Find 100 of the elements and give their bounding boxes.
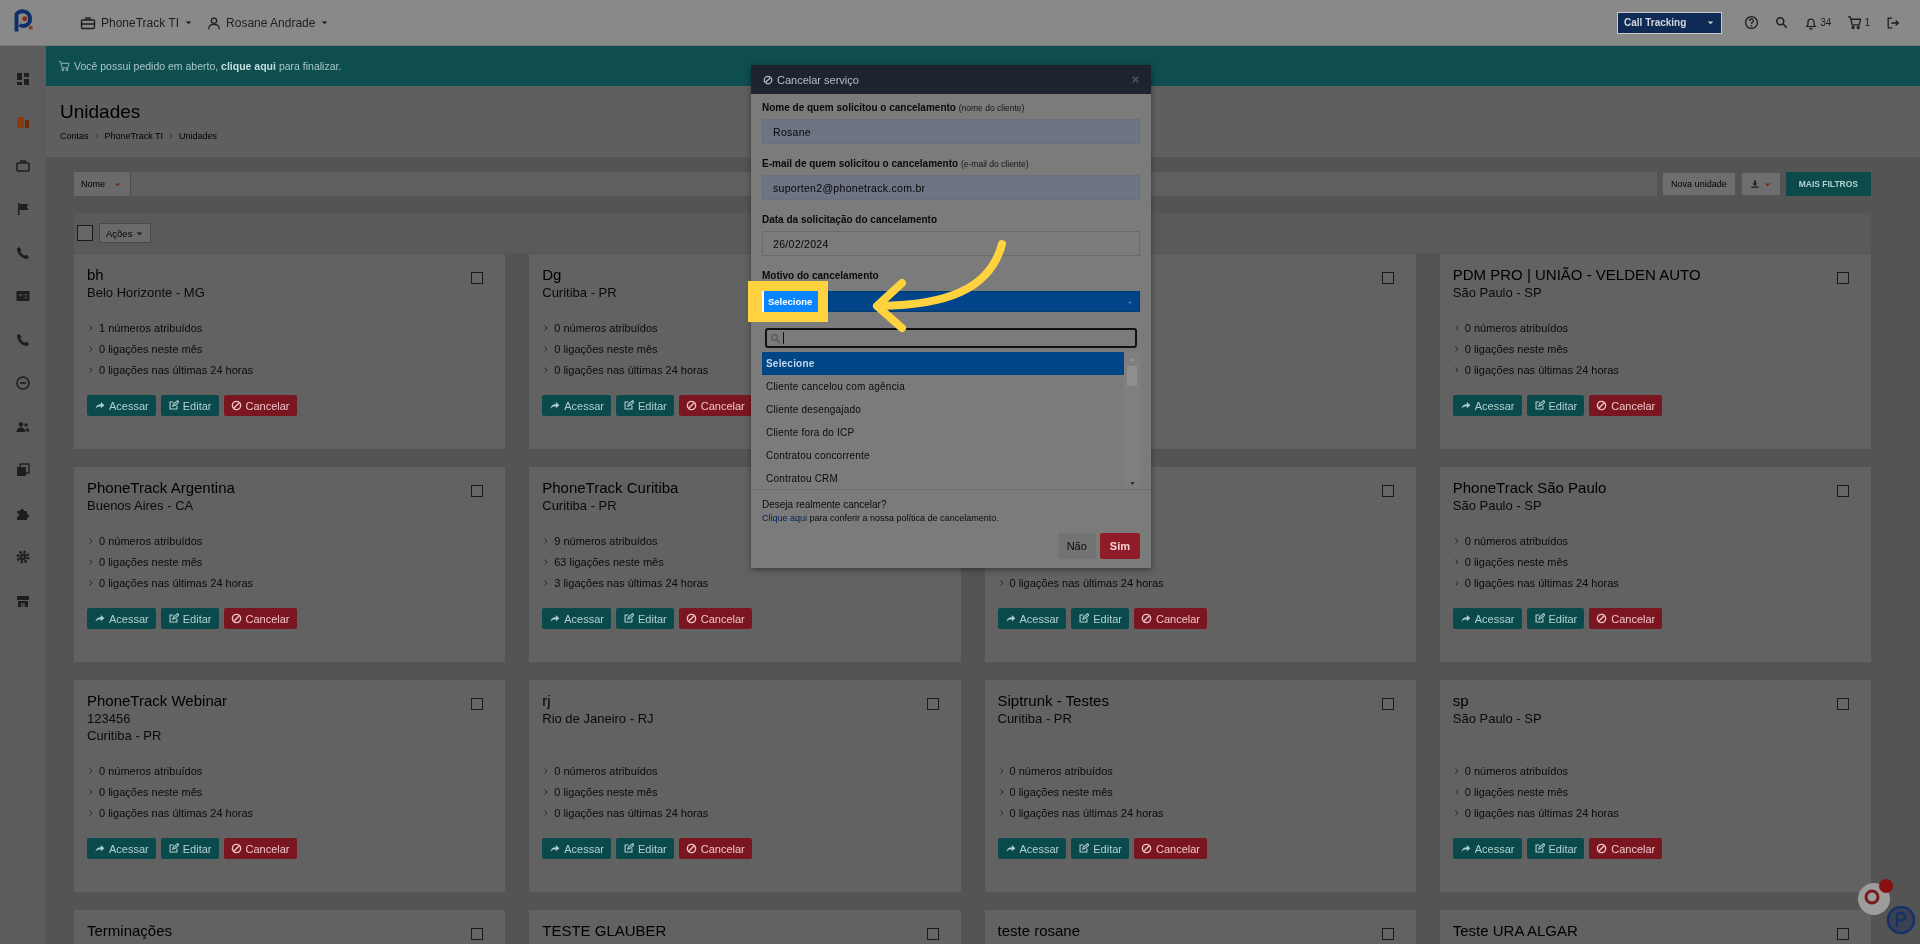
access-button[interactable]: Acessar (542, 395, 611, 416)
cancel-button[interactable]: Cancelar (1589, 395, 1663, 416)
select-all-checkbox[interactable] (77, 225, 93, 241)
checkbox[interactable] (471, 272, 484, 284)
unit-stat: 3 ligações nas últimas 24 horas (554, 576, 709, 589)
unit-stat: 0 números atribuídos (1009, 764, 1113, 777)
text-field[interactable]: 26/02/2024 (762, 231, 1140, 256)
export-button[interactable] (1740, 172, 1781, 196)
dropdown-option[interactable]: Cliente fora do ICP (762, 421, 1124, 444)
edit-button[interactable]: Editar (616, 838, 674, 859)
cancel-button[interactable]: Cancelar (1589, 608, 1663, 629)
chat-widget-icon[interactable] (1858, 879, 1893, 915)
dropdown-option[interactable]: Selecione (762, 352, 1124, 375)
unit-stat: 0 ligações nas últimas 24 horas (99, 363, 254, 376)
checkbox[interactable] (1381, 485, 1394, 497)
search-field[interactable] (765, 328, 1137, 348)
checkbox[interactable] (926, 928, 939, 940)
access-button[interactable]: Acessar (87, 608, 156, 629)
policy-link[interactable]: Clique aqui (762, 513, 808, 523)
unit-location: São Paulo - SP (1452, 710, 1542, 727)
minus-circle-icon (15, 375, 31, 392)
dropdown-option[interactable]: Contratou CRM (762, 467, 1124, 487)
checkbox[interactable] (1837, 272, 1849, 284)
help-widget-icon[interactable] (1886, 905, 1916, 935)
actions-dropdown[interactable]: Ações (99, 223, 152, 243)
access-button[interactable]: Acessar (87, 395, 156, 416)
edit-button[interactable]: Editar (160, 838, 219, 859)
access-button[interactable]: Acessar (997, 608, 1067, 629)
edit-button[interactable]: Editar (616, 395, 674, 416)
access-button[interactable]: Acessar (1452, 608, 1522, 629)
chevron-icon (1452, 365, 1461, 374)
help-button[interactable] (1744, 15, 1760, 30)
notifications-button[interactable]: 34 (1804, 15, 1832, 30)
unit-stat: 0 números atribuídos (1464, 764, 1569, 777)
cancel-button[interactable]: Cancelar (678, 838, 752, 859)
access-button[interactable]: Acessar (1452, 838, 1522, 859)
checkbox[interactable] (1837, 485, 1849, 497)
cancel-button[interactable]: Cancelar (1589, 838, 1663, 859)
checkbox[interactable] (471, 698, 484, 710)
edit-button[interactable]: Editar (160, 395, 219, 416)
breadcrumb-link[interactable]: Contas (60, 131, 89, 141)
breadcrumb-link[interactable]: PhoneTrack TI (104, 131, 164, 141)
access-button[interactable]: Acessar (542, 838, 611, 859)
user-menu[interactable]: Rosane Andrade (207, 15, 344, 30)
more-filters-button[interactable]: MAIS FILTROS (1785, 172, 1871, 196)
share-arrow-icon (94, 843, 105, 854)
yes-button[interactable]: Sim (1099, 533, 1140, 559)
checkbox[interactable] (471, 928, 484, 940)
edit-button[interactable]: Editar (616, 608, 674, 629)
checkbox[interactable] (1837, 698, 1849, 710)
cart-button[interactable]: 1 (1847, 15, 1870, 30)
checkbox[interactable] (926, 698, 939, 710)
access-button[interactable]: Acessar (542, 608, 611, 629)
cancel-button[interactable]: Cancelar (1134, 608, 1208, 629)
edit-button[interactable]: Editar (160, 608, 219, 629)
edit-button[interactable]: Editar (1071, 838, 1129, 859)
edit-icon (1078, 613, 1090, 624)
settings-icon (15, 549, 31, 566)
checkbox[interactable] (471, 485, 484, 497)
cancel-button[interactable]: Cancelar (223, 395, 297, 416)
no-button[interactable]: Não (1057, 533, 1096, 559)
unit-title: bh (87, 266, 105, 284)
field-label: Motivo do cancelamento (762, 270, 879, 281)
search-button[interactable] (1775, 16, 1789, 29)
edit-button[interactable]: Editar (1526, 838, 1585, 859)
cancel-button[interactable]: Cancelar (678, 608, 752, 629)
reason-select[interactable]: Selecione (748, 281, 1140, 322)
checkbox[interactable] (1381, 272, 1394, 284)
dropdown-option[interactable]: Cliente cancelou com agência (762, 375, 1124, 398)
dropdown-option[interactable]: Cliente desengajado (762, 398, 1124, 421)
checkbox[interactable] (1381, 698, 1394, 710)
banner-link[interactable]: clique aqui (221, 60, 276, 72)
caret-icon (1128, 356, 1136, 363)
logout-button[interactable] (1886, 15, 1900, 30)
edit-button[interactable]: Editar (1071, 608, 1129, 629)
scrollbar[interactable] (1124, 352, 1140, 487)
ban-icon (1596, 843, 1608, 854)
dropdown-option[interactable]: Contratou concorrente (762, 444, 1124, 467)
cancel-button[interactable]: Cancelar (678, 395, 752, 416)
access-button[interactable]: Acessar (87, 838, 156, 859)
unit-title: PhoneTrack São Paulo (1452, 479, 1608, 497)
checkbox[interactable] (1837, 928, 1849, 940)
edit-icon (167, 400, 179, 411)
new-unit-button[interactable]: Nova unidade (1662, 172, 1736, 196)
close-button[interactable] (1131, 75, 1140, 84)
access-button[interactable]: Acessar (997, 838, 1067, 859)
unit-stat: 1 números atribuídos (99, 321, 203, 334)
cancel-button[interactable]: Cancelar (1134, 838, 1208, 859)
filter-field-dropdown[interactable]: Nome (74, 172, 131, 196)
cancel-button[interactable]: Cancelar (223, 608, 297, 629)
cancel-button[interactable]: Cancelar (223, 838, 297, 859)
access-button[interactable]: Acessar (1452, 395, 1522, 416)
edit-button[interactable]: Editar (1526, 395, 1585, 416)
unit-location: Belo Horizonte - MG (87, 284, 205, 301)
checkbox[interactable] (1381, 928, 1394, 940)
edit-button[interactable]: Editar (1526, 608, 1585, 629)
phone-icon (15, 331, 31, 348)
account-menu[interactable]: PhoneTrack TI (80, 14, 208, 31)
edit-icon (623, 400, 634, 411)
product-select[interactable]: Call Tracking (1617, 11, 1723, 34)
